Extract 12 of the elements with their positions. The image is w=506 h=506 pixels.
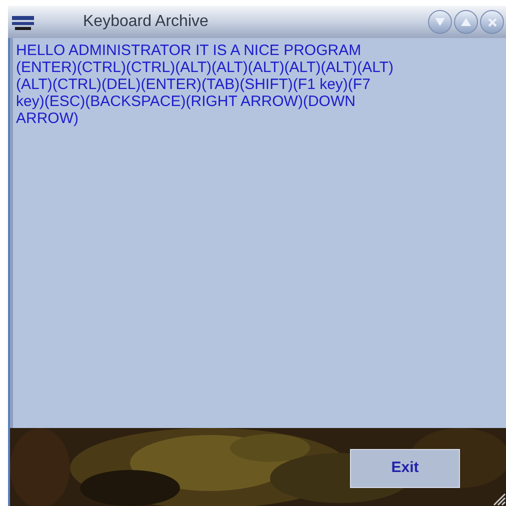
maximize-button[interactable] [454, 10, 478, 34]
close-button[interactable] [480, 10, 504, 34]
close-icon [488, 18, 496, 26]
resize-grip-icon [492, 492, 506, 506]
window-title: Keyboard Archive [83, 12, 208, 32]
up-arrow-icon [461, 18, 471, 26]
minimize-button[interactable] [428, 10, 452, 34]
keyboard-icon [11, 13, 35, 31]
down-arrow-icon [435, 18, 445, 26]
exit-button[interactable]: Exit [350, 449, 460, 488]
text-area[interactable]: HELLO ADMINISTRATOR IT IS A NICE PROGRAM (ENTER)(CTRL)(CTRL)(ALT)(ALT)(ALT)(ALT)(ALT)(ALT) (ALT)(CTRL)(DEL)(ENTER)(TAB)(SHIFT)(F1 key)(F7 key)(ESC)(BACKSPACE)(RIGHT ARROW)(DOWN ARROW) [10, 38, 506, 428]
keystroke-log: HELLO ADMINISTRATOR IT IS A NICE PROGRAM (ENTER)(CTRL)(CTRL)(ALT)(ALT)(ALT)(ALT)(ALT)(ALT) (ALT)(CTRL)(DEL)(ENTER)(TAB)(SHIFT)(F1 key)(F7 key)(ESC)(BACKSPACE)(RIGHT ARROW)(DOWN ARROW) [16, 42, 394, 127]
